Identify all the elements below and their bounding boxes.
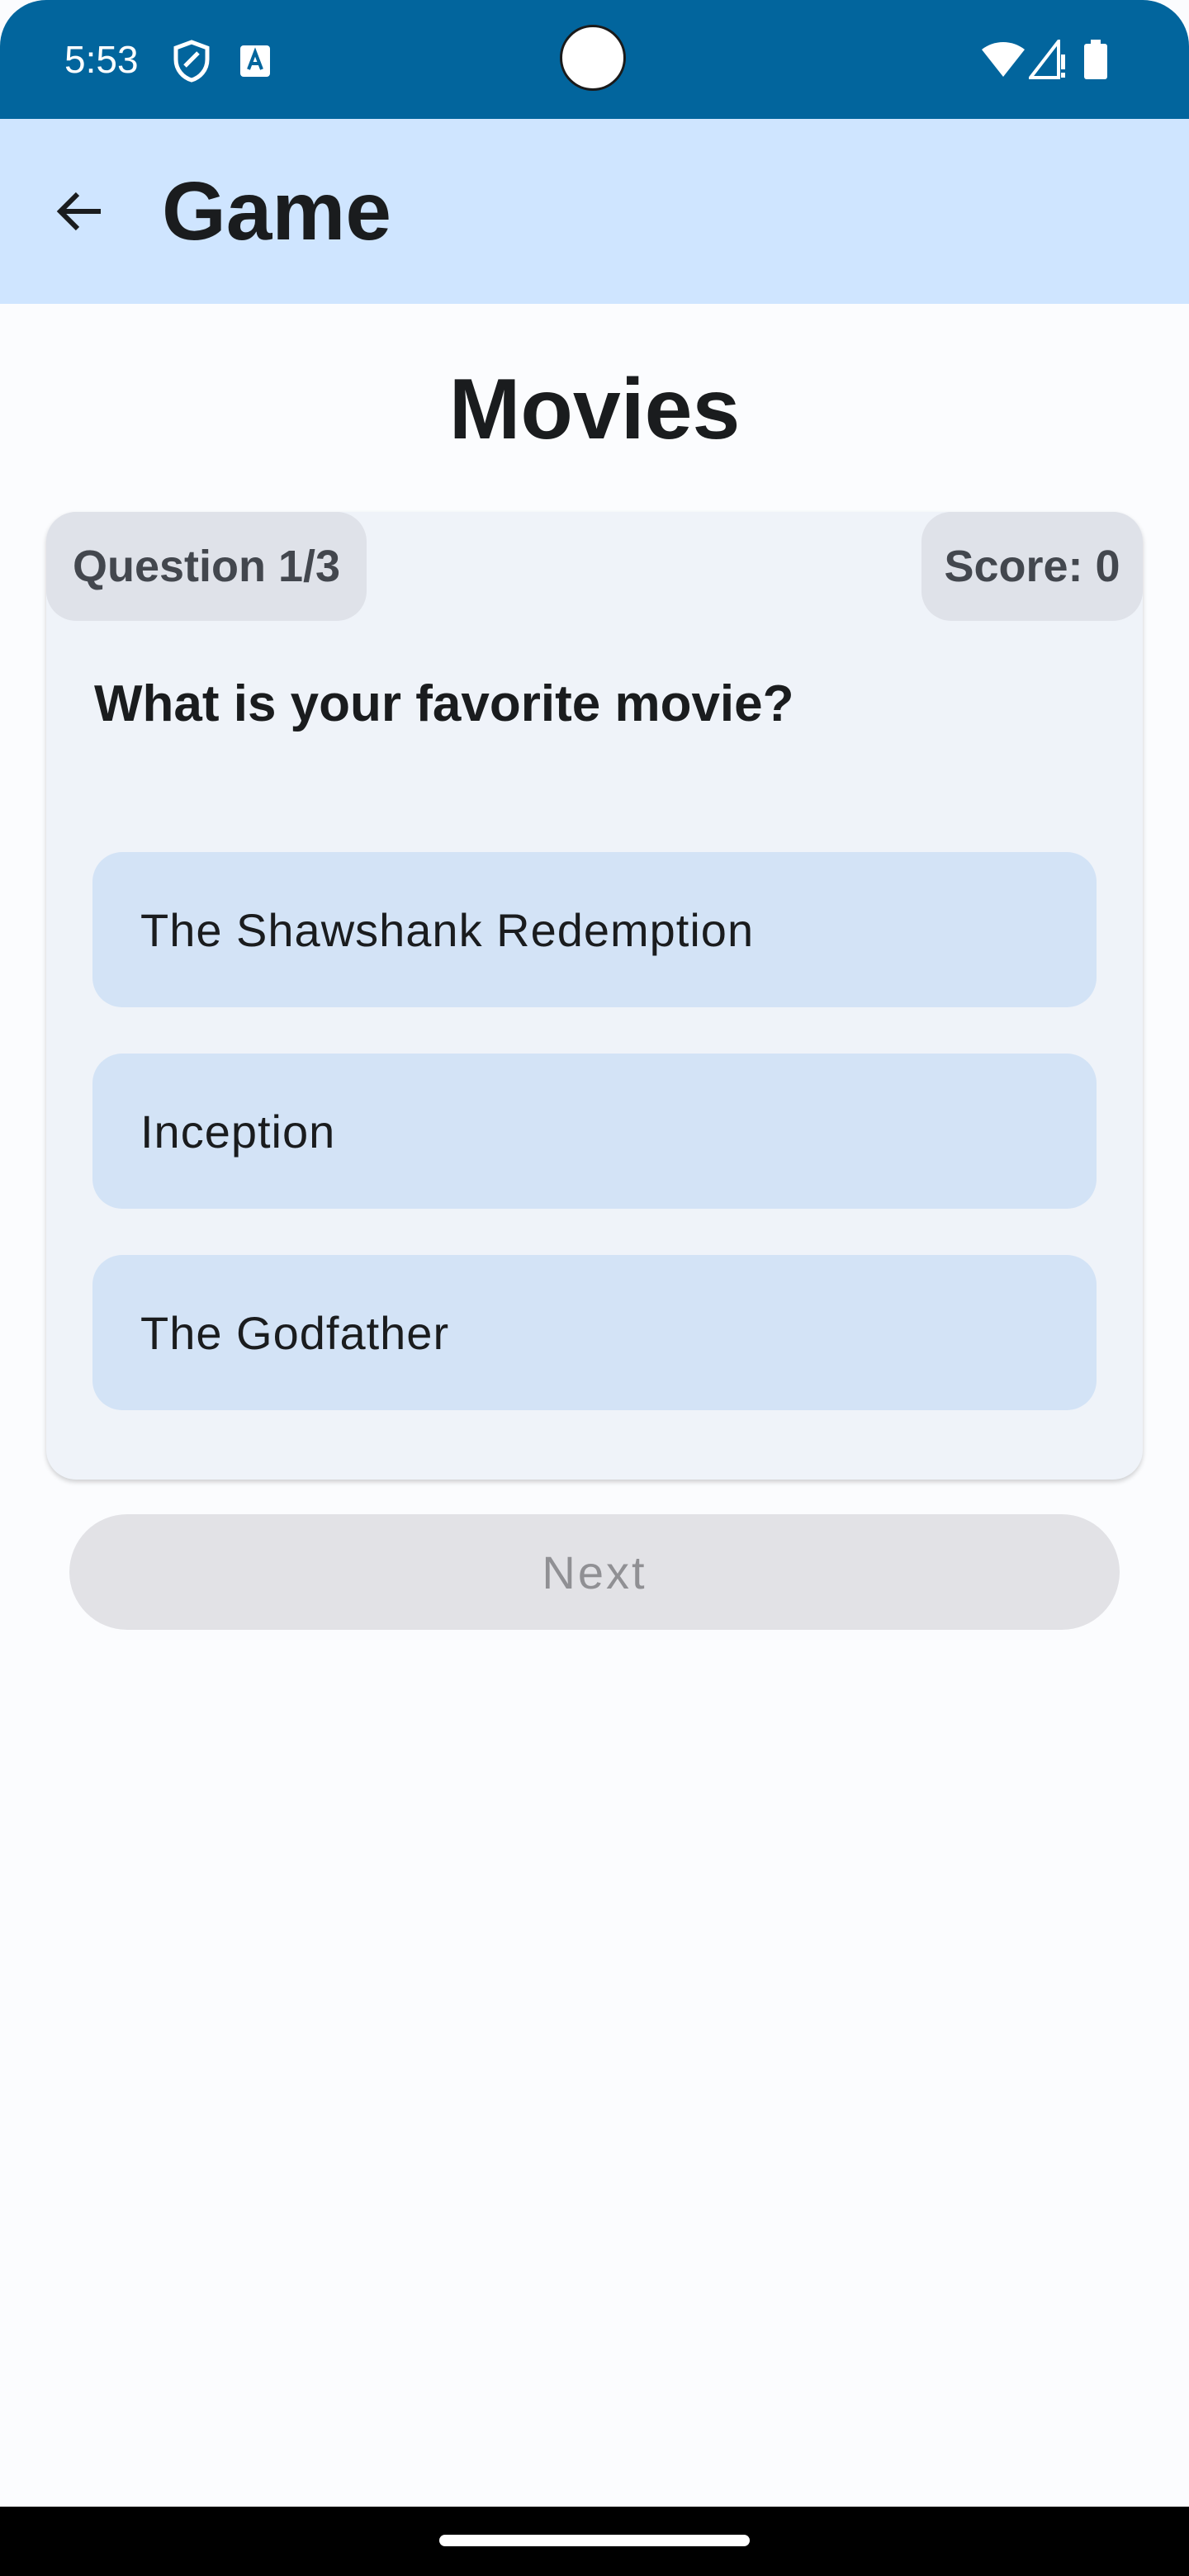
shield-icon [173,40,210,83]
next-button-label: Next [542,1546,647,1598]
app-title: Game [162,165,391,258]
answer-option-label: The Shawshank Redemption [140,903,755,956]
home-indicator[interactable] [439,2535,750,2546]
back-button[interactable] [40,165,119,258]
answer-option[interactable]: The Shawshank Redemption [92,852,1097,1007]
answer-option[interactable]: Inception [92,1054,1097,1209]
answer-option[interactable]: The Godfather [92,1255,1097,1410]
category-title: Movies [448,362,741,457]
answer-option-label: Inception [140,1105,336,1158]
answer-option-label: The Godfather [140,1306,450,1359]
score-chip: Score: 0 [921,512,1143,621]
question-progress-chip: Question 1/3 [46,512,367,621]
arrow-back-icon [56,192,101,231]
camera-cutout [560,25,626,91]
battery-icon [1084,40,1107,79]
accessibility-a-icon [240,45,270,77]
wifi-icon [982,42,1025,77]
question-text: What is your favorite movie? [94,675,794,732]
next-button[interactable]: Next [69,1514,1120,1630]
signal-icon [1029,40,1065,79]
status-time: 5:53 [64,38,139,81]
